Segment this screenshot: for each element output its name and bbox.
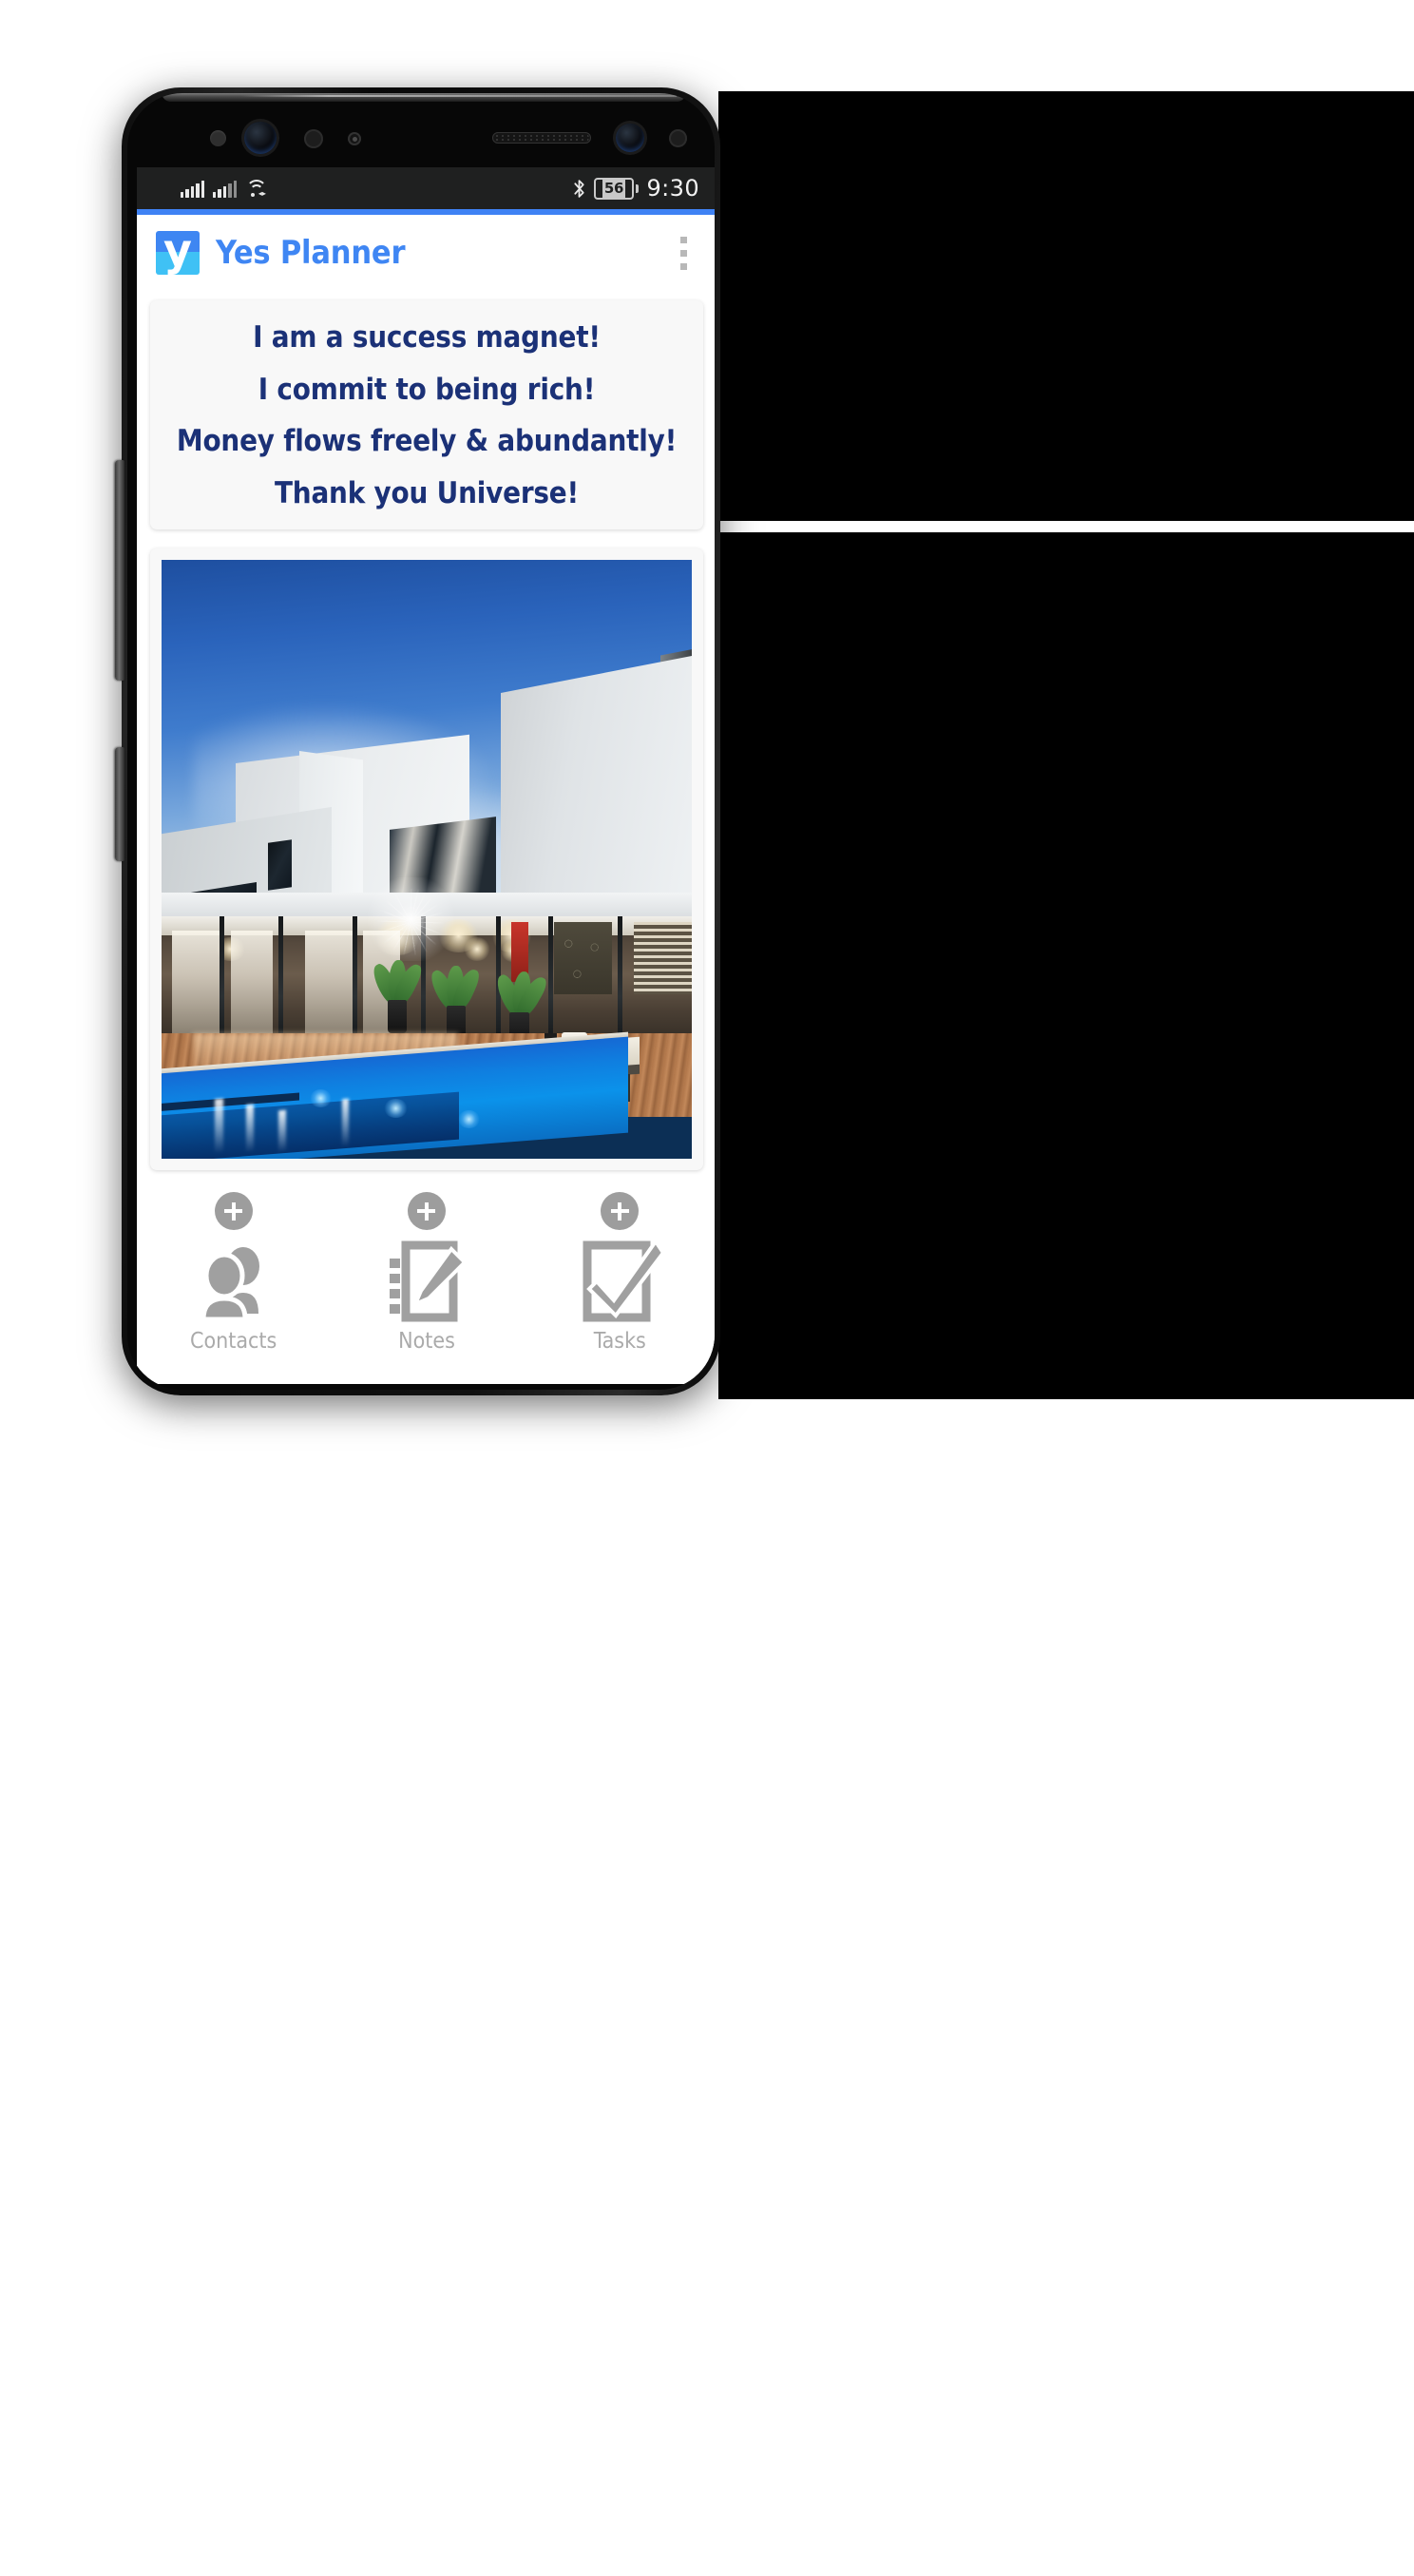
photo-circle-screen xyxy=(553,922,613,994)
logo-glyph: y xyxy=(163,224,192,276)
affirmation-line: Thank you Universe! xyxy=(274,476,580,511)
app-title: Yes Planner xyxy=(216,234,406,272)
status-bar: ◂▸ 56 9:30 xyxy=(137,167,715,209)
cellular-signal-icon-2 xyxy=(212,180,237,198)
photo-window-mullion xyxy=(617,915,622,1051)
overflow-menu-icon[interactable] xyxy=(669,231,697,275)
add-task-plus-icon[interactable] xyxy=(601,1192,640,1230)
proximity-sensor-icon xyxy=(210,130,226,146)
volume-rocker-button[interactable] xyxy=(115,460,124,681)
yes-planner-logo-icon: y xyxy=(156,224,200,276)
sensor-strip xyxy=(127,93,715,163)
nav-item-tasks[interactable]: Tasks xyxy=(524,1192,715,1354)
contacts-people-icon[interactable] xyxy=(190,1240,277,1323)
front-camera-icon xyxy=(244,122,277,154)
dream-house-photo xyxy=(162,559,692,1159)
photo-window-mullion xyxy=(548,915,554,1051)
screenshot-stage: ◂▸ 56 9:30 y Yes Planner I am a success … xyxy=(0,0,1414,2576)
phone-device: ◂▸ 56 9:30 y Yes Planner I am a success … xyxy=(115,87,720,1395)
photo-window-mullion xyxy=(277,915,283,1051)
led-indicator-icon xyxy=(348,132,361,145)
nav-label-tasks: Tasks xyxy=(593,1329,646,1354)
nav-item-notes[interactable]: Notes xyxy=(330,1192,523,1354)
photo-window-mullion xyxy=(220,915,225,1051)
photo-interior-panel xyxy=(304,931,353,1033)
nav-label-notes: Notes xyxy=(398,1329,455,1354)
status-bar-left: ◂▸ xyxy=(181,179,268,198)
photo-water-reflection xyxy=(341,1098,349,1147)
wifi-icon: ◂▸ xyxy=(245,179,268,198)
status-bar-clock: 9:30 xyxy=(646,175,699,202)
photo-potted-plant xyxy=(426,961,483,1039)
bottom-navigation-bar: Contacts Notes Tasks xyxy=(137,1179,715,1384)
battery-icon: 56 xyxy=(594,177,639,200)
photo-water-reflection xyxy=(277,1110,287,1153)
vision-photo-card[interactable] xyxy=(150,548,703,1170)
phone-screen: ◂▸ 56 9:30 y Yes Planner I am a success … xyxy=(137,167,715,1384)
power-button[interactable] xyxy=(115,747,124,861)
note-pencil-icon[interactable] xyxy=(383,1240,470,1323)
photo-water-reflection xyxy=(246,1104,255,1153)
add-note-plus-icon[interactable] xyxy=(407,1192,446,1230)
photo-pool-light xyxy=(310,1089,332,1108)
photo-sun-flare-rays xyxy=(373,889,449,955)
backdrop-block-top xyxy=(718,91,1414,521)
phone-bezel: ◂▸ 56 9:30 y Yes Planner I am a success … xyxy=(127,93,715,1390)
affirmation-line: Money flows freely & abundantly! xyxy=(176,424,678,459)
photo-potted-plant xyxy=(369,955,426,1033)
nav-label-contacts: Contacts xyxy=(190,1329,277,1354)
secondary-camera-icon xyxy=(616,124,644,152)
cellular-signal-icon-1 xyxy=(181,180,204,198)
iris-sensor-icon xyxy=(304,129,323,148)
affirmation-line: I am a success magnet! xyxy=(253,320,601,355)
status-bar-right: 56 9:30 xyxy=(573,175,699,202)
photo-window xyxy=(267,839,292,892)
battery-level-text: 56 xyxy=(602,179,626,198)
backdrop-block-bottom xyxy=(718,532,1414,1399)
affirmations-card[interactable]: I am a success magnet! I commit to being… xyxy=(150,300,703,529)
bluetooth-icon xyxy=(573,179,585,199)
content-area: I am a success magnet! I commit to being… xyxy=(137,300,715,1170)
photo-interior-panel xyxy=(230,931,274,1033)
photo-interior-panel xyxy=(172,931,220,1033)
secondary-sensor-icon xyxy=(669,129,687,147)
nav-item-contacts[interactable]: Contacts xyxy=(137,1192,330,1354)
earpiece-speaker xyxy=(492,132,591,144)
add-contact-plus-icon[interactable] xyxy=(214,1192,253,1230)
photo-water-reflection xyxy=(214,1098,223,1153)
affirmation-line: I commit to being rich! xyxy=(258,372,596,407)
app-bar: y Yes Planner xyxy=(137,215,715,291)
photo-shelving xyxy=(633,922,692,994)
checkbox-check-icon[interactable] xyxy=(576,1240,664,1323)
